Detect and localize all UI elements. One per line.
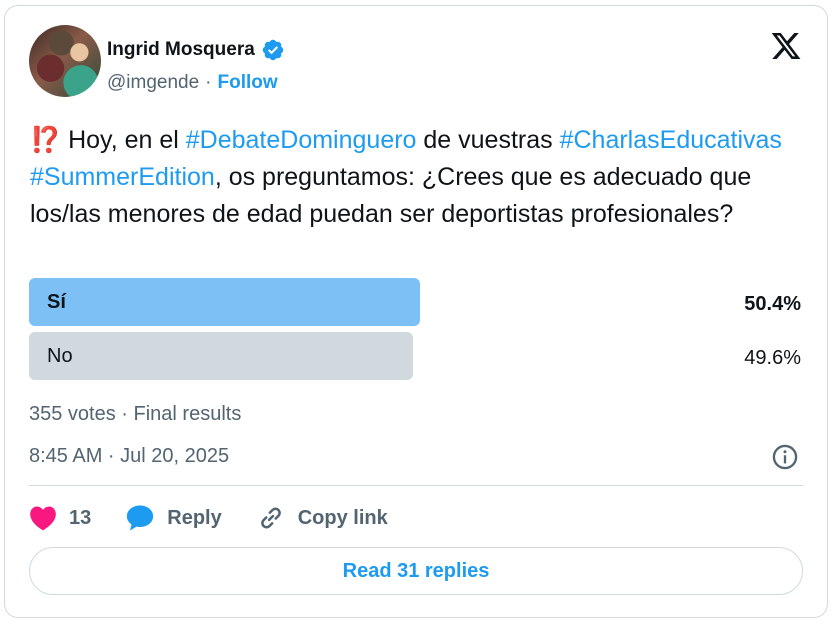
separator-dot: · [205, 72, 212, 93]
tweet-text: ⁉️ Hoy, en el #DebateDominguero de vuest… [30, 122, 800, 233]
poll-option-label: Sí [47, 290, 66, 313]
avatar[interactable] [29, 25, 101, 97]
read-replies-button[interactable]: Read 31 replies [29, 547, 803, 595]
tweet-text-part: de vuestras [416, 126, 560, 154]
follow-button[interactable]: Follow [218, 72, 278, 94]
like-count: 13 [69, 506, 92, 529]
verified-badge-icon [262, 39, 284, 61]
reply-label: Reply [167, 506, 222, 529]
tweet-text-part: Hoy, en el [61, 126, 186, 154]
action-bar: 13 Reply Copy link [29, 501, 422, 535]
like-button[interactable]: 13 [29, 505, 91, 531]
tweet-timestamp[interactable]: 8:45 AM · Jul 20, 2025 [29, 445, 229, 468]
poll-option-si-bar: Sí [29, 278, 420, 326]
author-name-row: Ingrid Mosquera [107, 38, 285, 62]
reply-button[interactable]: Reply [125, 504, 222, 532]
interrobang-emoji-icon: ⁉️ [30, 126, 62, 154]
hashtag-link[interactable]: #CharlasEducativas [560, 126, 782, 154]
poll-option-no-bar: No [29, 332, 413, 380]
hashtag-link[interactable]: #DebateDominguero [186, 126, 417, 154]
x-logo-icon[interactable] [769, 30, 803, 62]
copy-link-button[interactable]: Copy link [256, 503, 388, 533]
info-icon[interactable] [771, 443, 799, 471]
poll-option-percent: 49.6% [744, 347, 801, 369]
reply-bubble-icon [127, 505, 154, 531]
author-handle[interactable]: @imgende [107, 72, 199, 94]
heart-icon [30, 506, 56, 531]
poll-option-percent: 50.4% [744, 293, 801, 315]
copy-link-label: Copy link [297, 506, 388, 529]
tweet-card: Ingrid Mosquera @imgende · Follow ⁉️ Hoy… [4, 5, 828, 618]
author-handle-row: @imgende · Follow [107, 72, 278, 94]
hashtag-link[interactable]: #SummerEdition [30, 163, 215, 191]
link-icon [260, 507, 281, 529]
poll-option-label: No [47, 344, 73, 367]
poll-summary: 355 votes · Final results [29, 403, 242, 425]
divider [29, 485, 803, 486]
author-name[interactable]: Ingrid Mosquera [107, 39, 255, 61]
